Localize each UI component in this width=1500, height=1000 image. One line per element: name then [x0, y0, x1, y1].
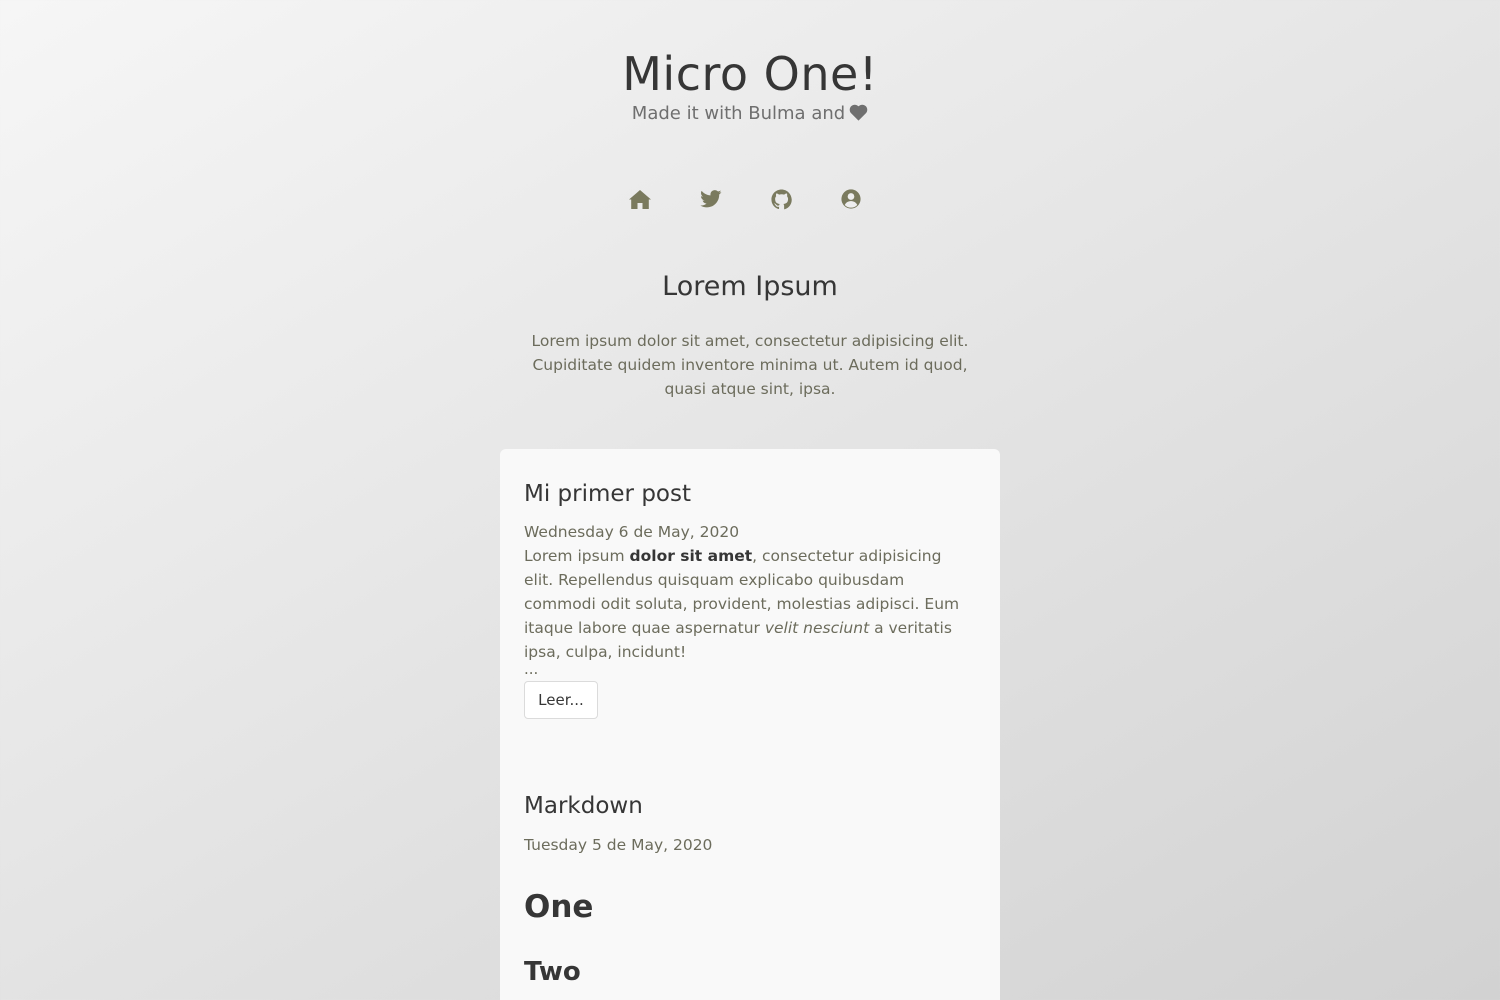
post-excerpt: Lorem ipsum dolor sit amet, consectetur … [524, 544, 970, 664]
post-title[interactable]: Markdown [524, 790, 643, 822]
social-nav [0, 186, 1500, 212]
site-subtitle-text: Made it with Bulma and [631, 103, 846, 124]
post-excerpt-bold: dolor sit amet [629, 547, 753, 565]
twitter-icon[interactable] [698, 186, 724, 212]
posts-card: Mi primer post Wednesday 6 de May, 2020 … [500, 449, 1000, 1000]
github-icon[interactable] [768, 186, 794, 212]
site-title: Micro One! [622, 47, 878, 101]
post-excerpt-italic: velit nesciunt [764, 619, 870, 637]
markdown-heading-two: Two [524, 957, 581, 987]
user-circle-icon[interactable] [838, 186, 864, 212]
post-date: Tuesday 5 de May, 2020 [524, 836, 713, 854]
heart-icon [849, 103, 868, 129]
post-ellipsis: ... [524, 660, 539, 678]
post-title[interactable]: Mi primer post [524, 478, 691, 510]
post-date: Wednesday 6 de May, 2020 [524, 523, 740, 541]
home-icon[interactable] [627, 186, 653, 212]
intro-title: Lorem Ipsum [662, 271, 838, 302]
site-subtitle: Made it with Bulma and [0, 101, 1500, 129]
intro-text: Lorem ipsum dolor sit amet, consectetur … [531, 332, 969, 398]
markdown-heading-one: One [524, 889, 594, 925]
read-more-button[interactable]: Leer... [524, 681, 598, 719]
post-excerpt-text: Lorem ipsum [524, 547, 630, 565]
